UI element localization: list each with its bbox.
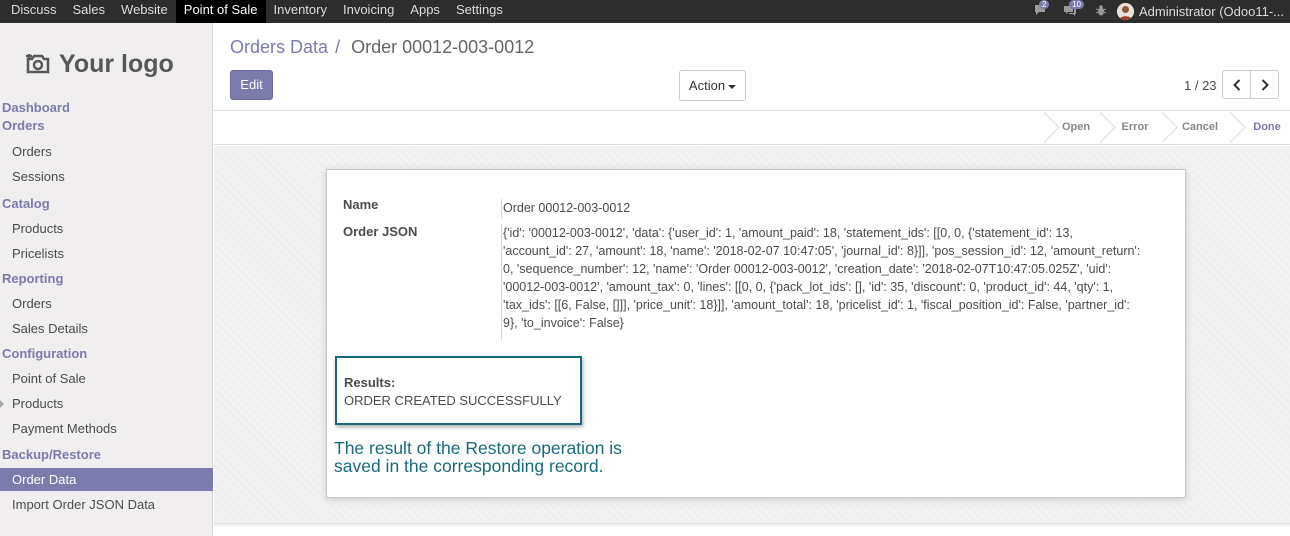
- app-point-of-sale[interactable]: Point of Sale: [175, 0, 266, 23]
- caret-down-icon: [728, 84, 737, 89]
- action-label: Action: [688, 78, 726, 93]
- stage-open[interactable]: Open: [1048, 111, 1104, 144]
- name-label: Name: [343, 197, 379, 212]
- sidebar-item-payment-methods[interactable]: Payment Methods: [0, 416, 213, 441]
- sidebar-item-sales-details[interactable]: Sales Details: [0, 316, 213, 341]
- app-inventory[interactable]: Inventory: [266, 0, 335, 23]
- breadcrumb-parent[interactable]: Orders Data: [230, 37, 328, 57]
- sidebar-item-reporting-orders[interactable]: Orders: [0, 291, 213, 316]
- app-settings[interactable]: Settings: [448, 0, 511, 23]
- order-json-value: {'id': '00012-003-0012', 'data': {'user_…: [501, 224, 1141, 340]
- results-value: ORDER CREATED SUCCESSFULLY: [344, 393, 562, 408]
- stage-cancel[interactable]: Cancel: [1166, 111, 1234, 144]
- sidebar-section-backup-restore[interactable]: Backup/Restore: [0, 446, 213, 464]
- edit-button[interactable]: Edit: [230, 70, 273, 100]
- user-menu[interactable]: Administrator (Odoo11-...: [1117, 3, 1290, 20]
- results-label: Results:: [344, 375, 396, 390]
- annotation-note: The result of the Restore operation is s…: [334, 438, 622, 476]
- sidebar-item-order-data[interactable]: Order Data: [0, 468, 213, 491]
- sidebar-section-dashboard[interactable]: Dashboard: [0, 99, 213, 117]
- top-menu-bar: Discuss Sales Website Point of Sale Inve…: [0, 0, 1290, 23]
- app-sales[interactable]: Sales: [65, 0, 114, 23]
- sidebar-item-pricelists[interactable]: Pricelists: [0, 241, 213, 266]
- chat-icon[interactable]: 2: [1033, 0, 1050, 19]
- name-value: Order 00012-003-0012: [501, 199, 1141, 219]
- chevron-left-icon: [1232, 78, 1240, 91]
- sidebar-item-import-order-json[interactable]: Import Order JSON Data: [0, 492, 213, 517]
- pager-previous-button[interactable]: [1222, 70, 1251, 99]
- expand-caret-icon[interactable]: [0, 400, 4, 408]
- pager-value[interactable]: 1 / 23: [1184, 78, 1217, 93]
- systray: 2 10 Administrator (Odoo11-...: [1033, 0, 1290, 23]
- pager-next-button[interactable]: [1250, 70, 1279, 99]
- logo-text: Your logo: [59, 49, 174, 78]
- messages-icon[interactable]: 10: [1063, 0, 1084, 19]
- breadcrumb-separator: /: [335, 37, 341, 57]
- camera-icon: [26, 54, 50, 74]
- order-json-label: Order JSON: [343, 224, 418, 239]
- sidebar-section-reporting[interactable]: Reporting: [0, 270, 213, 288]
- breadcrumb: Orders Data / Order 00012-003-0012: [230, 37, 534, 58]
- results-box: Results: ORDER CREATED SUCCESSFULLY: [335, 356, 582, 425]
- form-sheet: Name Order 00012-003-0012 Order JSON {'i…: [326, 169, 1186, 498]
- chevron-right-icon: [1261, 78, 1269, 91]
- sidebar-item-config-products[interactable]: Products: [0, 391, 213, 416]
- statusbar: Open Error Cancel Done: [214, 111, 1290, 145]
- stage-error[interactable]: Error: [1104, 111, 1166, 144]
- main-content: Orders Data / Order 00012-003-0012 Edit …: [214, 23, 1290, 536]
- user-avatar: [1117, 3, 1135, 20]
- breadcrumb-current: Order 00012-003-0012: [351, 37, 535, 57]
- app-menu: Discuss Sales Website Point of Sale Inve…: [0, 0, 511, 23]
- user-name: Administrator (Odoo11-...: [1139, 4, 1284, 19]
- sidebar: Your logo Dashboard Orders Orders Sessio…: [0, 23, 213, 536]
- company-logo[interactable]: Your logo: [26, 49, 174, 79]
- sidebar-section-orders[interactable]: Orders: [0, 117, 213, 135]
- sidebar-section-catalog[interactable]: Catalog: [0, 195, 213, 213]
- sidebar-item-orders[interactable]: Orders: [0, 139, 213, 164]
- bug-icon[interactable]: [1095, 4, 1107, 20]
- sidebar-item-sessions[interactable]: Sessions: [0, 164, 213, 189]
- action-dropdown-button[interactable]: Action: [679, 70, 746, 101]
- stage-done[interactable]: Done: [1234, 111, 1290, 144]
- app-website[interactable]: Website: [113, 0, 176, 23]
- app-invoicing[interactable]: Invoicing: [335, 0, 402, 23]
- app-apps[interactable]: Apps: [402, 0, 448, 23]
- sidebar-section-configuration[interactable]: Configuration: [0, 345, 213, 363]
- chat-badge: 2: [1039, 0, 1050, 9]
- messages-badge: 10: [1069, 0, 1084, 9]
- sidebar-item-products[interactable]: Products: [0, 216, 213, 241]
- app-discuss[interactable]: Discuss: [0, 0, 65, 23]
- sidebar-item-point-of-sale[interactable]: Point of Sale: [0, 366, 213, 391]
- sidebar-menu: Dashboard Orders Orders Sessions Catalog…: [0, 99, 213, 517]
